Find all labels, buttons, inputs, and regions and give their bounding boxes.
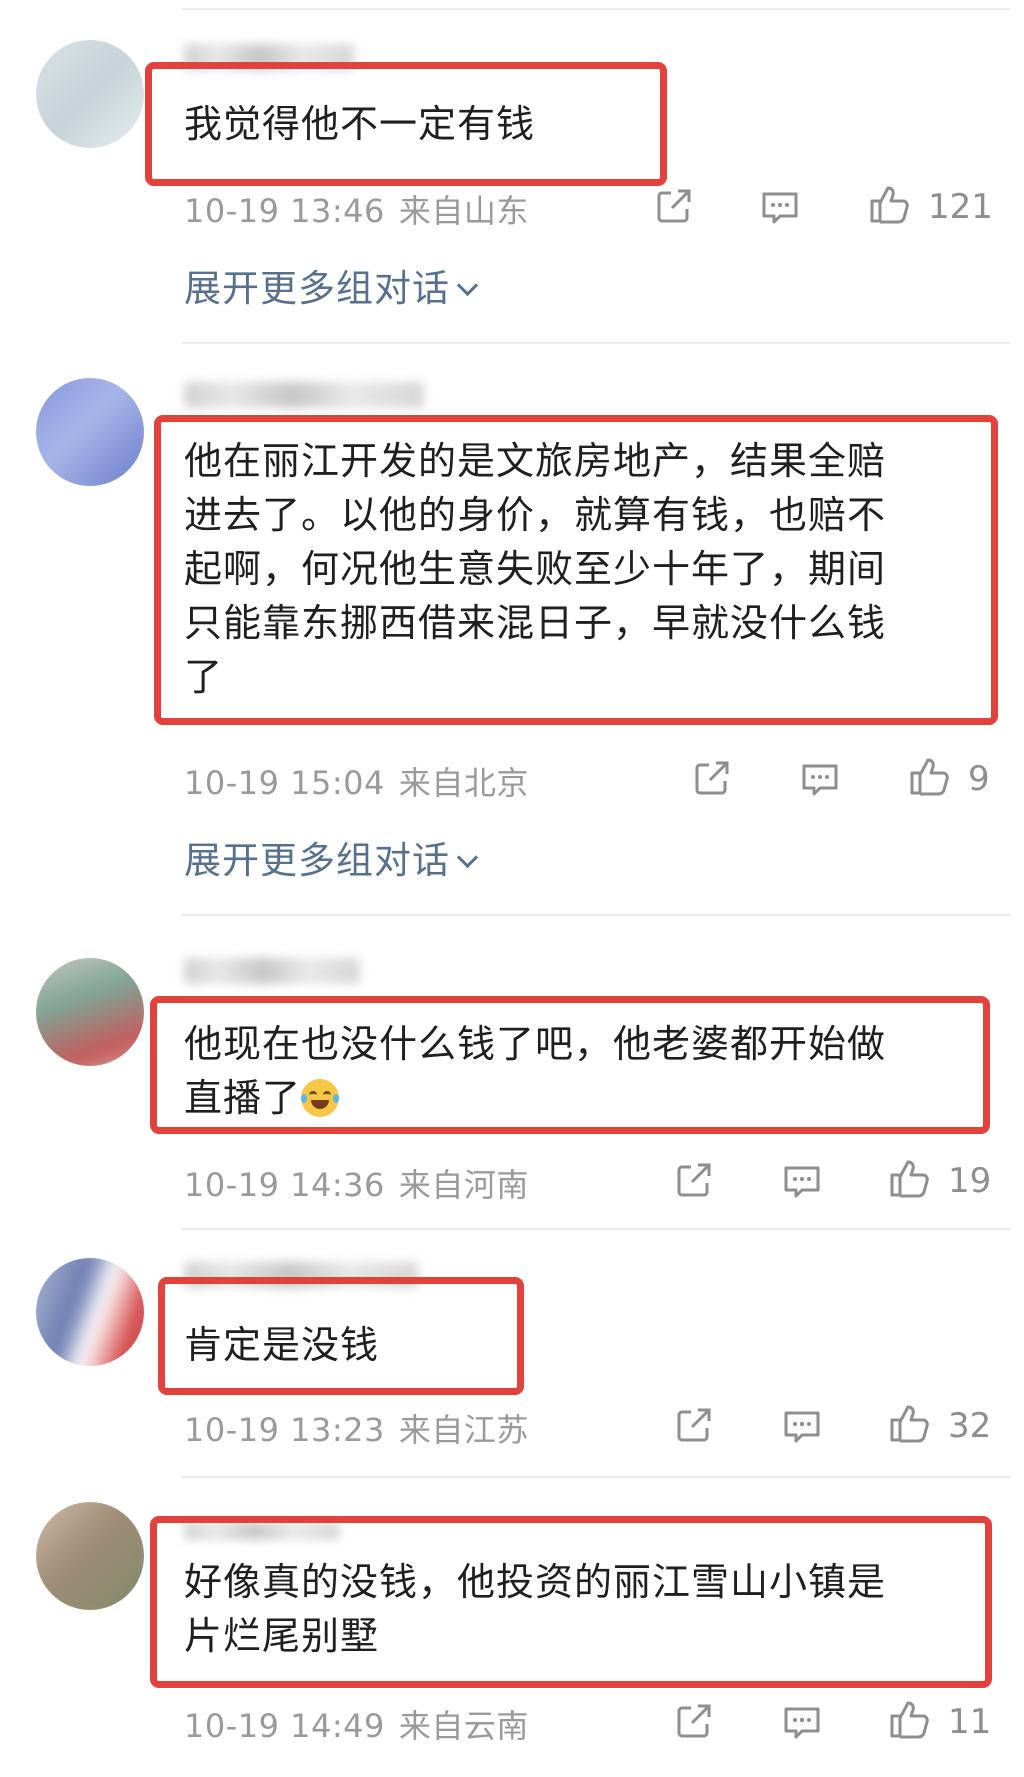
share-icon[interactable] (672, 1403, 716, 1447)
expand-replies-label: 展开更多组对话 (184, 267, 450, 310)
comment-date: 10-19 13:23 (184, 1411, 385, 1449)
divider (182, 1476, 1010, 1478)
share-icon[interactable] (690, 756, 734, 800)
comment-meta: 10-19 14:36 来自河南 (184, 1160, 529, 1206)
comment-meta: 10-19 15:04 来自北京 (184, 758, 529, 804)
divider (182, 342, 1010, 344)
comment-date: 10-19 14:36 (184, 1166, 385, 1204)
comment-date: 10-19 15:04 (184, 764, 385, 802)
comment-icon[interactable] (780, 1701, 824, 1745)
comment-location: 来自云南 (398, 1707, 529, 1745)
comment-icon[interactable] (798, 758, 842, 802)
avatar[interactable] (36, 958, 144, 1066)
highlight-box (158, 1277, 524, 1395)
thumbs-up-icon[interactable] (906, 754, 950, 798)
divider (182, 1228, 1010, 1230)
thumbs-up-icon[interactable] (886, 1156, 930, 1200)
comment-location: 来自北京 (398, 764, 529, 802)
share-icon[interactable] (672, 1699, 716, 1743)
username-blurred[interactable] (184, 382, 424, 408)
divider (182, 8, 1010, 10)
avatar[interactable] (36, 1502, 144, 1610)
comment-location: 来自河南 (398, 1166, 529, 1204)
comment-meta: 10-19 14:49 来自云南 (184, 1701, 529, 1747)
highlight-box (154, 415, 998, 725)
avatar[interactable] (36, 40, 144, 148)
thumbs-up-icon[interactable] (886, 1697, 930, 1741)
like-count: 11 (948, 1702, 992, 1742)
comment-location: 来自山东 (398, 192, 529, 230)
highlight-box (150, 1516, 992, 1688)
expand-replies-link[interactable]: 展开更多组对话 (184, 258, 479, 312)
chevron-down-icon (456, 846, 479, 869)
thumbs-up-icon[interactable] (866, 182, 910, 226)
like-count: 9 (968, 759, 990, 799)
share-icon[interactable] (672, 1158, 716, 1202)
avatar[interactable] (36, 378, 144, 486)
like-count: 32 (948, 1406, 992, 1446)
expand-replies-link[interactable]: 展开更多组对话 (184, 830, 479, 884)
username-blurred[interactable] (184, 958, 360, 984)
like-count: 19 (948, 1161, 992, 1201)
highlight-box (150, 996, 990, 1134)
divider (182, 914, 1010, 916)
comment-date: 10-19 14:49 (184, 1707, 385, 1745)
comment-icon[interactable] (780, 1160, 824, 1204)
highlight-box (145, 62, 667, 186)
chevron-down-icon (456, 274, 479, 297)
thumbs-up-icon[interactable] (886, 1401, 930, 1445)
comment-location: 来自江苏 (398, 1411, 529, 1449)
share-icon[interactable] (652, 184, 696, 228)
comment-icon[interactable] (780, 1405, 824, 1449)
expand-replies-label: 展开更多组对话 (184, 839, 450, 882)
comment-date: 10-19 13:46 (184, 192, 385, 230)
avatar[interactable] (36, 1258, 144, 1366)
comment-meta: 10-19 13:23 来自江苏 (184, 1405, 529, 1451)
comment-icon[interactable] (758, 186, 802, 230)
like-count: 121 (928, 187, 993, 227)
comment-meta: 10-19 13:46 来自山东 (184, 186, 529, 232)
